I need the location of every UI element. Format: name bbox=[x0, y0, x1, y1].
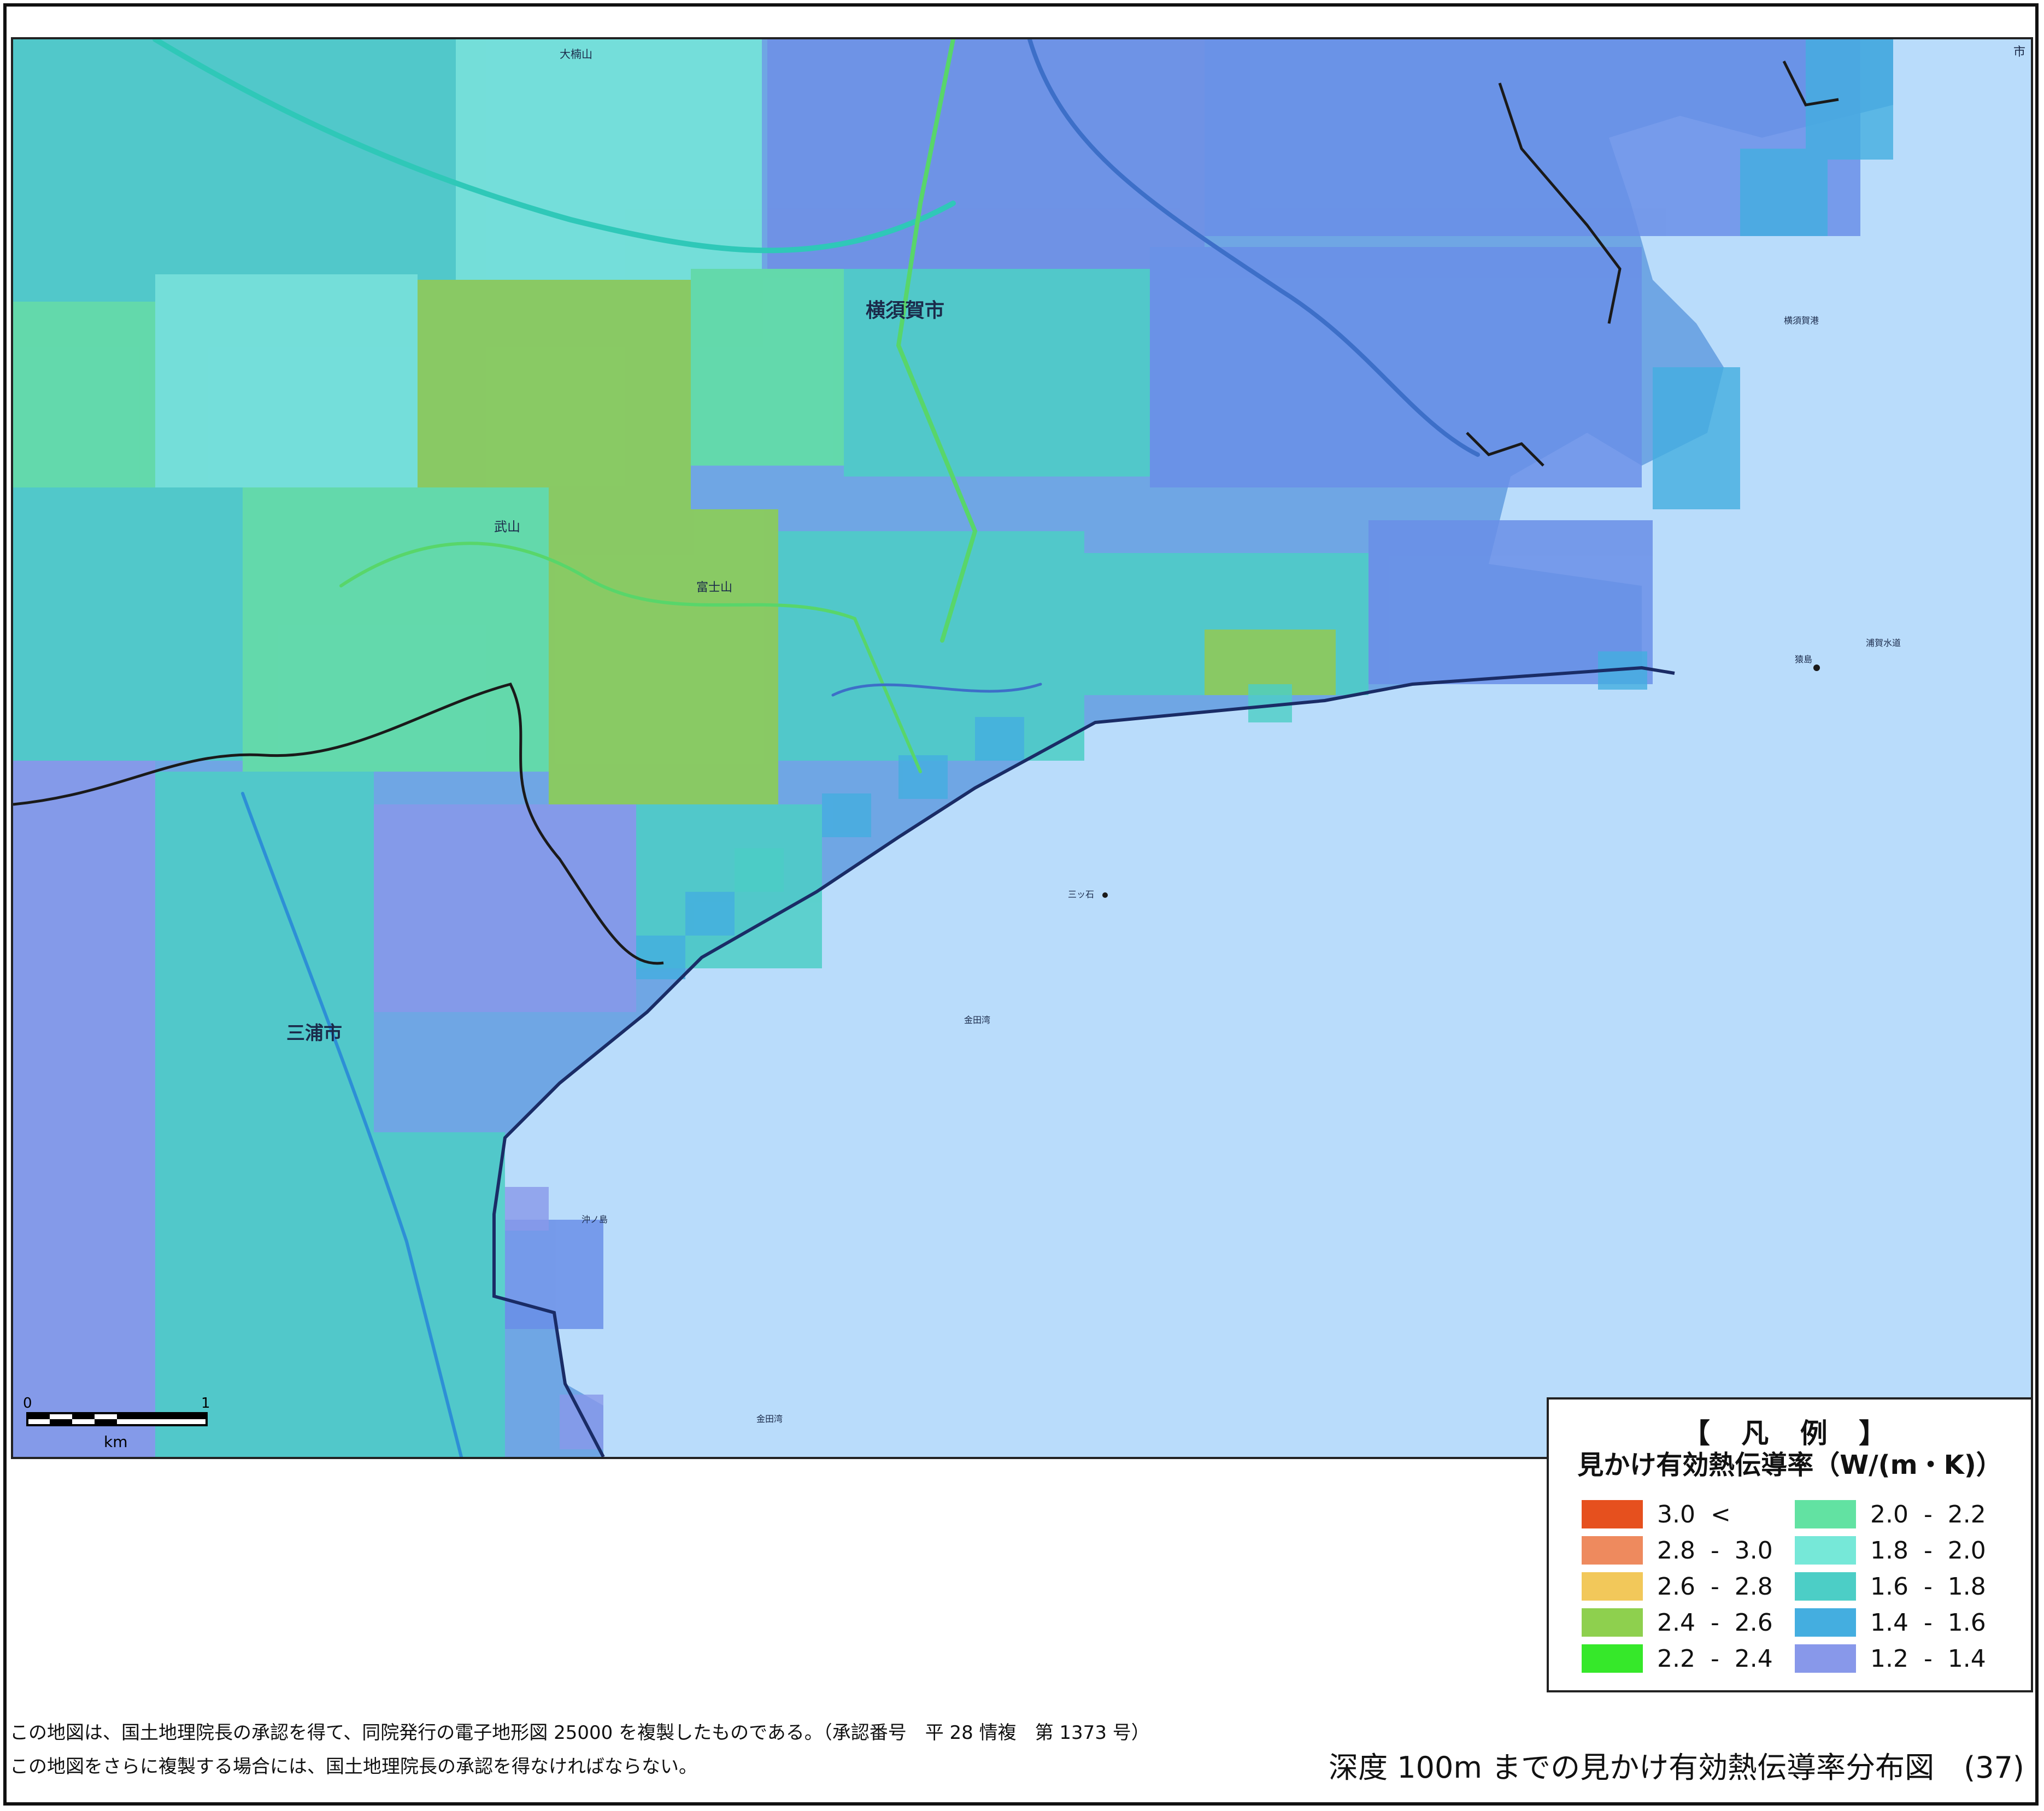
copyright-notes: この地図は、国土地理院長の承認を得て、同院発行の電子地形図 25000 を複製し… bbox=[10, 1716, 1150, 1784]
legend: 【 凡 例 】 見かけ有効熱伝導率（W/(m・K)） 3.0 <2.8 - 3.… bbox=[1547, 1397, 2033, 1692]
legend-item: 1.4 - 1.6 bbox=[1795, 1606, 1986, 1639]
legend-label: 1.6 - 1.8 bbox=[1870, 1572, 1986, 1601]
sarushima-island bbox=[1813, 665, 1820, 671]
legend-swatch bbox=[1795, 1572, 1856, 1601]
label-yokosuka-city: 横須賀市 bbox=[866, 299, 944, 322]
scale-bar: 0 1 km bbox=[22, 1392, 240, 1458]
legend-label: 1.8 - 2.0 bbox=[1870, 1536, 1986, 1565]
mitsuishi-rock bbox=[1102, 892, 1108, 898]
legend-swatch bbox=[1795, 1536, 1856, 1565]
legend-swatch bbox=[1582, 1644, 1643, 1673]
legend-swatch bbox=[1582, 1608, 1643, 1637]
scale-zero: 0 bbox=[23, 1395, 32, 1412]
legend-swatch bbox=[1795, 1608, 1856, 1637]
legend-label: 3.0 < bbox=[1657, 1500, 1731, 1528]
label-kanadawan-1: 金田湾 bbox=[964, 1015, 990, 1025]
label-city-edge: 市 bbox=[2013, 45, 2025, 59]
label-kanadawan-2: 金田湾 bbox=[756, 1414, 783, 1424]
label-okusu: 大楠山 bbox=[560, 48, 592, 61]
label-yokosuka-port: 横須賀港 bbox=[1784, 315, 1819, 326]
label-mitsuishi: 三ッ石 bbox=[1068, 889, 1094, 899]
map-panel[interactable]: 横須賀市 三浦市 武山 富士山 大楠山 金田湾 金田湾 猿島 三ッ石 沖ノ島 横… bbox=[11, 37, 2033, 1459]
legend-label: 1.2 - 1.4 bbox=[1870, 1644, 1986, 1673]
legend-item: 1.8 - 2.0 bbox=[1795, 1534, 1986, 1567]
legend-label: 2.2 - 2.4 bbox=[1657, 1644, 1773, 1673]
scale-unit: km bbox=[104, 1433, 128, 1451]
legend-label: 2.8 - 3.0 bbox=[1657, 1536, 1773, 1565]
legend-item: 2.0 - 2.2 bbox=[1795, 1498, 1986, 1531]
legend-item: 1.6 - 1.8 bbox=[1795, 1570, 1986, 1603]
map-canvas[interactable]: 横須賀市 三浦市 武山 富士山 大楠山 金田湾 金田湾 猿島 三ッ石 沖ノ島 横… bbox=[13, 39, 2031, 1457]
legend-item: 2.2 - 2.4 bbox=[1582, 1642, 1773, 1675]
legend-label: 2.4 - 2.6 bbox=[1657, 1608, 1773, 1637]
legend-item: 3.0 < bbox=[1582, 1498, 1731, 1531]
legend-item: 2.6 - 2.8 bbox=[1582, 1570, 1773, 1603]
legend-swatch bbox=[1795, 1500, 1856, 1528]
legend-item: 1.2 - 1.4 bbox=[1795, 1642, 1986, 1675]
label-okinoshima: 沖ノ島 bbox=[582, 1214, 608, 1225]
copyright-line-2: この地図をさらに複製する場合には、国土地理院長の承認を得なければならない。 bbox=[10, 1756, 697, 1778]
legend-swatch bbox=[1582, 1572, 1643, 1601]
legend-subtitle: 見かけ有効熱伝導率（W/(m・K)） bbox=[1577, 1450, 2002, 1480]
legend-label: 2.6 - 2.8 bbox=[1657, 1572, 1773, 1601]
legend-label: 1.4 - 1.6 bbox=[1870, 1608, 1986, 1637]
label-fujiyama: 富士山 bbox=[696, 581, 732, 595]
legend-item: 2.4 - 2.6 bbox=[1582, 1606, 1773, 1639]
scale-one: 1 bbox=[201, 1395, 210, 1412]
figure-title: 深度 100m までの見かけ有効熱伝導率分布図 (37) bbox=[1329, 1750, 2024, 1785]
copyright-line-1: この地図は、国土地理院長の承認を得て、同院発行の電子地形図 25000 を複製し… bbox=[10, 1722, 1150, 1744]
label-sarushima: 猿島 bbox=[1795, 654, 1812, 665]
legend-swatch bbox=[1582, 1536, 1643, 1565]
legend-swatch bbox=[1582, 1500, 1643, 1528]
legend-swatch bbox=[1795, 1644, 1856, 1673]
label-uraga-channel: 浦賀水道 bbox=[1866, 638, 1901, 648]
legend-item: 2.8 - 3.0 bbox=[1582, 1534, 1773, 1567]
label-takeyama: 武山 bbox=[494, 519, 520, 534]
label-miura-city: 三浦市 bbox=[286, 1022, 342, 1044]
legend-label: 2.0 - 2.2 bbox=[1870, 1500, 1986, 1528]
